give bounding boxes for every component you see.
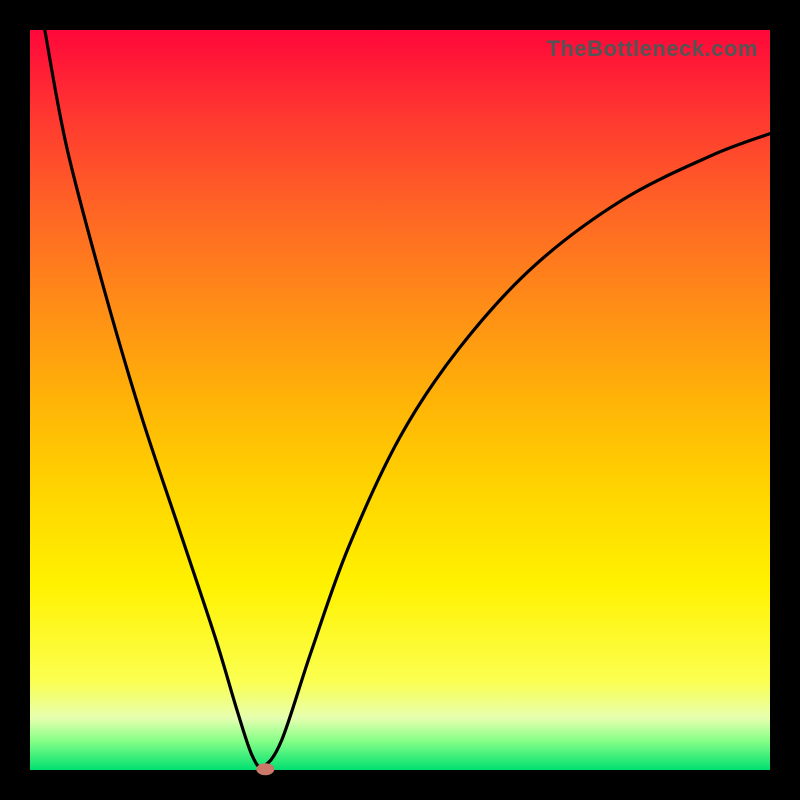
bottleneck-curve	[45, 30, 770, 767]
plot-area: TheBottleneck.com	[30, 30, 770, 770]
chart-svg	[30, 30, 770, 770]
minimum-marker	[256, 763, 274, 775]
chart-frame: TheBottleneck.com	[0, 0, 800, 800]
